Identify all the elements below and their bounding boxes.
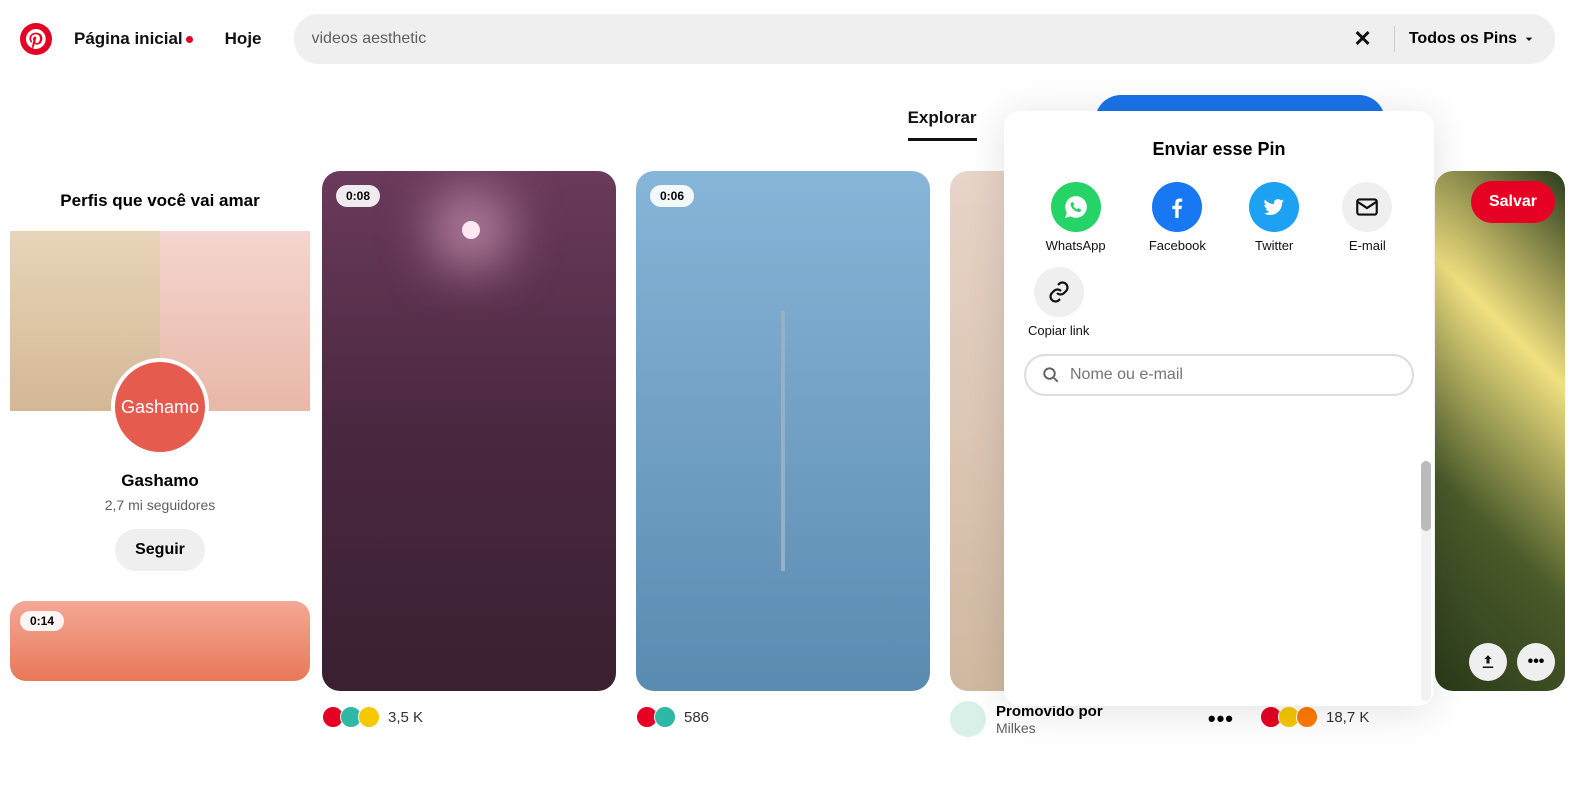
facebook-icon	[1152, 182, 1202, 232]
recipient-input[interactable]	[1070, 366, 1396, 384]
share-label: Facebook	[1149, 238, 1206, 253]
divider	[1394, 26, 1395, 52]
reaction-count: 3,5 K	[388, 709, 423, 726]
twitter-icon	[1249, 182, 1299, 232]
star-icon	[654, 706, 676, 728]
nav-today-label: Hoje	[225, 29, 262, 49]
pin-3-meta: Promovido por Milkes •••	[950, 701, 1244, 737]
follow-button[interactable]: Seguir	[115, 529, 205, 571]
profile-images[interactable]: Gashamo	[10, 231, 310, 411]
pin-4-actions: •••	[1469, 643, 1555, 681]
clear-search-icon[interactable]: ✕	[1345, 26, 1379, 52]
duration-badge: 0:08	[336, 185, 380, 207]
reaction-icons	[322, 706, 380, 728]
duration-badge: 0:06	[650, 185, 694, 207]
share-popover: Enviar esse Pin WhatsApp Facebook Twitte…	[1004, 111, 1434, 706]
profile-followers: 2,7 mi seguidores	[10, 497, 310, 513]
profile-avatar[interactable]: Gashamo	[111, 358, 209, 456]
email-icon	[1342, 182, 1392, 232]
pin-4-reactions[interactable]: 18,7 K	[1260, 706, 1369, 728]
pin-1-reactions[interactable]: 3,5 K	[322, 706, 423, 728]
popover-scrollbar[interactable]	[1421, 461, 1431, 701]
wow-icon	[358, 706, 380, 728]
nav-home[interactable]: Página inicial	[64, 17, 203, 61]
pins-filter-label: Todos os Pins	[1409, 30, 1517, 48]
recipient-search[interactable]	[1024, 354, 1414, 396]
profile-name[interactable]: Gashamo	[10, 471, 310, 491]
save-button[interactable]: Salvar	[1471, 181, 1555, 223]
reaction-icons	[636, 706, 676, 728]
pins-filter[interactable]: Todos os Pins	[1409, 30, 1537, 48]
pin-2[interactable]: 0:06	[636, 171, 930, 691]
share-twitter[interactable]: Twitter	[1249, 182, 1299, 253]
whatsapp-icon	[1051, 182, 1101, 232]
duration-badge: 0:14	[20, 611, 64, 631]
nav-home-label: Página inicial	[74, 29, 183, 49]
share-whatsapp[interactable]: WhatsApp	[1046, 182, 1106, 253]
promoter-avatar[interactable]	[950, 701, 986, 737]
reaction-count: 18,7 K	[1326, 709, 1369, 726]
share-row-2: Copiar link	[1004, 267, 1434, 338]
share-label: Twitter	[1255, 238, 1293, 253]
more-icon[interactable]: •••	[1208, 706, 1234, 732]
share-label: Copiar link	[1028, 323, 1089, 338]
share-email[interactable]: E-mail	[1342, 182, 1392, 253]
header-bar: Página inicial Hoje ✕ Todos os Pins	[0, 0, 1575, 78]
upload-icon[interactable]	[1469, 643, 1507, 681]
nav-today[interactable]: Hoje	[215, 17, 272, 61]
sidebar-title: Perfis que você vai amar	[10, 191, 310, 211]
share-copy-link[interactable]: Copiar link	[1028, 267, 1089, 338]
share-label: E-mail	[1349, 238, 1386, 253]
promoter-name[interactable]: Milkes	[996, 720, 1103, 736]
share-facebook[interactable]: Facebook	[1149, 182, 1206, 253]
pin-4[interactable]: Salvar •••	[1435, 171, 1565, 691]
pinterest-logo[interactable]	[20, 23, 52, 55]
search-input[interactable]	[312, 30, 1346, 48]
notification-dot	[186, 36, 193, 43]
reaction-icons	[1260, 706, 1318, 728]
chevron-down-icon	[1521, 31, 1537, 47]
more-icon[interactable]: •••	[1517, 643, 1555, 681]
pin-1[interactable]: 0:08	[322, 171, 616, 691]
share-title: Enviar esse Pin	[1004, 139, 1434, 160]
profile-card-2[interactable]: 0:14	[10, 601, 310, 681]
share-label: WhatsApp	[1046, 238, 1106, 253]
link-icon	[1034, 267, 1084, 317]
pin-2-reactions[interactable]: 586	[636, 706, 709, 728]
tab-explore[interactable]: Explorar	[908, 108, 977, 141]
profiles-sidebar: Perfis que você vai amar Gashamo Gashamo…	[10, 191, 310, 681]
reaction-count: 586	[684, 709, 709, 726]
surprise-icon	[1296, 706, 1318, 728]
search-icon	[1042, 366, 1060, 384]
search-bar[interactable]: ✕ Todos os Pins	[294, 14, 1556, 64]
share-row-1: WhatsApp Facebook Twitter E-mail	[1004, 182, 1434, 253]
